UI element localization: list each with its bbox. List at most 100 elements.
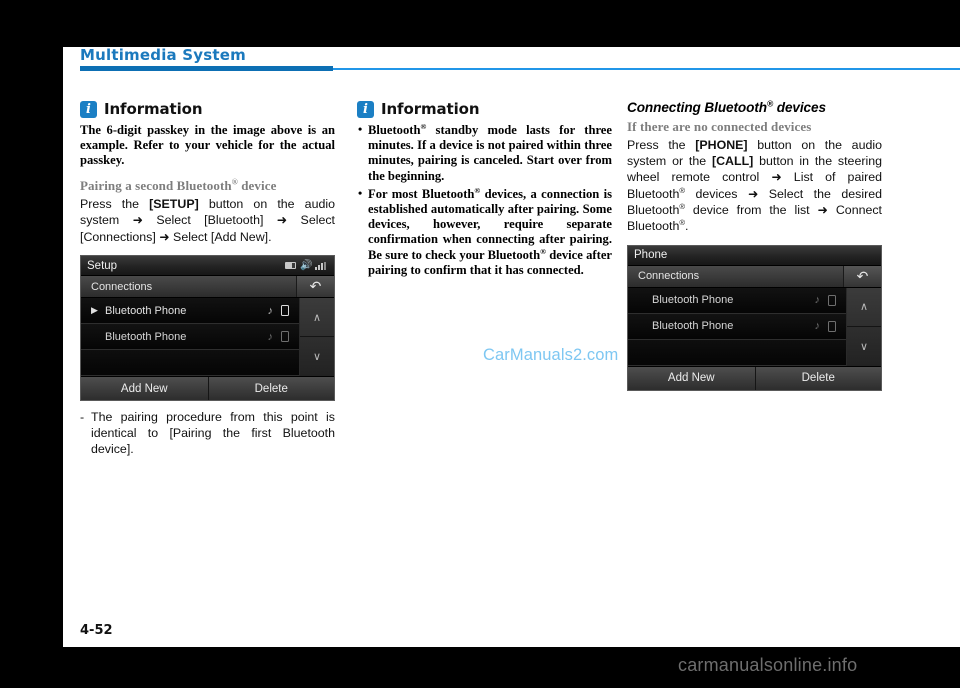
running-header: Multimedia System bbox=[80, 46, 960, 77]
arrow-icon: ➜ bbox=[817, 202, 828, 218]
list-item-icons: ♪ bbox=[268, 305, 294, 317]
phone-device-icon bbox=[828, 294, 836, 306]
step-text: Press the bbox=[80, 196, 150, 211]
setup-button-ref: [SETUP] bbox=[149, 196, 199, 211]
delete-button[interactable]: Delete bbox=[207, 377, 334, 401]
info-heading-label: Information bbox=[381, 100, 480, 118]
scroll-up-icon[interactable]: ∧ bbox=[847, 288, 881, 327]
scroll-down-icon[interactable]: ∨ bbox=[847, 327, 881, 366]
step-text: Press the bbox=[627, 138, 696, 152]
headunit-subbar: Connections ↶ bbox=[628, 265, 881, 288]
headunit-titlebar: Setup 🔊 bbox=[81, 256, 334, 277]
bullet-text: Bluetooth bbox=[368, 123, 421, 137]
arrow-icon: ➜ bbox=[747, 185, 759, 201]
sd-card-icon bbox=[285, 262, 296, 270]
headunit-body: Bluetooth Phone ♪ Bluetooth Phone ♪ ∧ ∨ bbox=[628, 287, 881, 366]
headunit-screenshot-phone: Phone Connections ↶ Bluetooth Phone ♪ Bl… bbox=[627, 244, 882, 391]
caret-right-icon: ▶ bbox=[91, 305, 98, 316]
bluetooth-audio-icon: ♪ bbox=[267, 330, 273, 343]
list-item: For most Bluetooth® devices, a connectio… bbox=[357, 186, 612, 278]
bluetooth-audio-icon: ♪ bbox=[267, 304, 273, 317]
step-text: devices bbox=[685, 186, 748, 201]
phone-device-icon bbox=[281, 331, 289, 343]
headunit-footer: Add New Delete bbox=[81, 376, 334, 401]
list-scrollbar[interactable]: ∧ ∨ bbox=[300, 298, 334, 377]
add-new-button[interactable]: Add New bbox=[628, 366, 755, 390]
headunit-screenshot-setup: Setup 🔊 Connections ↶ ▶ Bluetooth Phone … bbox=[80, 255, 335, 402]
step-text: device from the list bbox=[685, 203, 818, 218]
page-number: 4-52 bbox=[80, 623, 113, 638]
list-item-icons: ♪ bbox=[815, 294, 841, 306]
list-scrollbar[interactable]: ∧ ∨ bbox=[847, 287, 881, 366]
list-item-label: Bluetooth Phone bbox=[652, 320, 734, 333]
column-two: i Information Bluetooth® standby mode la… bbox=[357, 100, 612, 281]
headunit-body: ▶ Bluetooth Phone ♪ Bluetooth Phone ♪ ∧ … bbox=[81, 298, 334, 377]
arrow-icon: ➜ bbox=[159, 228, 170, 244]
subheading-suffix: device bbox=[237, 177, 277, 193]
info-icon: i bbox=[357, 100, 374, 118]
arrow-icon: ➜ bbox=[132, 212, 143, 228]
pairing-steps-col1: Press the [SETUP] button on the audio sy… bbox=[80, 197, 335, 246]
call-button-ref: [CALL] bbox=[711, 153, 754, 168]
bluetooth-audio-icon: ♪ bbox=[814, 294, 820, 307]
arrow-icon: ➜ bbox=[771, 169, 782, 185]
info-heading-col2: i Information bbox=[357, 100, 612, 118]
headunit-subtitle: Connections bbox=[91, 280, 153, 293]
list-item-icons: ♪ bbox=[268, 331, 294, 343]
list-item-empty bbox=[81, 350, 299, 377]
manual-page-sheet: Multimedia System i Information The 6-di… bbox=[63, 46, 960, 647]
device-list: ▶ Bluetooth Phone ♪ Bluetooth Phone ♪ bbox=[81, 298, 300, 377]
subheading-no-connected-devices: If there are no connected devices bbox=[627, 119, 812, 134]
signal-icon bbox=[315, 261, 328, 270]
back-icon[interactable]: ↶ bbox=[843, 265, 881, 287]
watermark-carmanualsonline: carmanualsonline.info bbox=[678, 655, 858, 675]
info-icon: i bbox=[80, 100, 97, 118]
scroll-up-icon[interactable]: ∧ bbox=[300, 298, 334, 338]
bullet-text: For most Bluetooth bbox=[368, 186, 475, 201]
list-item: Bluetooth® standby mode lasts for three … bbox=[357, 122, 612, 184]
headunit-titlebar: Phone bbox=[628, 245, 881, 266]
info-paragraph-col1: The 6-digit passkey in the image above i… bbox=[80, 123, 335, 168]
list-item[interactable]: Bluetooth Phone ♪ bbox=[81, 324, 299, 351]
section-heading-connecting: Connecting Bluetooth® devices bbox=[627, 99, 882, 115]
headunit-status-icons: 🔊 bbox=[285, 259, 328, 271]
column-three: Connecting Bluetooth® devices If there a… bbox=[627, 99, 882, 391]
arrow-icon: ➜ bbox=[276, 212, 288, 228]
watermark-carmanuals2: CarManuals2.com bbox=[483, 346, 619, 364]
list-item[interactable]: Bluetooth Phone ♪ bbox=[628, 313, 846, 340]
device-list: Bluetooth Phone ♪ Bluetooth Phone ♪ bbox=[628, 287, 847, 366]
subheading-text: Pairing a second Bluetooth bbox=[80, 177, 232, 193]
list-item-empty bbox=[628, 339, 846, 366]
scroll-down-icon[interactable]: ∨ bbox=[300, 337, 334, 376]
step-text: . bbox=[685, 218, 689, 233]
page-title: Multimedia System bbox=[80, 46, 246, 64]
back-icon[interactable]: ↶ bbox=[296, 276, 334, 298]
headunit-title: Phone bbox=[634, 249, 668, 262]
column-one: i Information The 6-digit passkey in the… bbox=[80, 100, 335, 457]
headunit-subbar: Connections ↶ bbox=[81, 276, 334, 299]
delete-button[interactable]: Delete bbox=[754, 366, 881, 390]
header-rule-thick bbox=[80, 66, 333, 71]
list-item-label: Bluetooth Phone bbox=[105, 330, 187, 343]
list-item[interactable]: Bluetooth Phone ♪ bbox=[628, 287, 846, 314]
list-item-label: Bluetooth Phone bbox=[652, 294, 734, 307]
volume-icon: 🔊 bbox=[300, 259, 313, 271]
section-heading-suffix: devices bbox=[773, 100, 826, 115]
list-item-label: Bluetooth Phone bbox=[105, 304, 187, 317]
headunit-footer: Add New Delete bbox=[628, 365, 881, 390]
pairing-note-col1: The pairing procedure from this point is… bbox=[80, 410, 335, 457]
phone-device-icon bbox=[281, 305, 289, 317]
add-new-button[interactable]: Add New bbox=[81, 377, 208, 401]
step-text: Select [Add New]. bbox=[169, 229, 272, 244]
bluetooth-audio-icon: ♪ bbox=[814, 320, 820, 333]
list-item[interactable]: ▶ Bluetooth Phone ♪ bbox=[81, 298, 299, 325]
connecting-steps-col3: Press the [PHONE] button on the audio sy… bbox=[627, 138, 882, 235]
step-text: Select [Bluetooth] bbox=[143, 213, 277, 228]
info-heading-label: Information bbox=[104, 100, 203, 118]
headunit-subtitle: Connections bbox=[638, 270, 700, 283]
info-heading-col1: i Information bbox=[80, 100, 335, 118]
list-item-icons: ♪ bbox=[815, 320, 841, 332]
section-heading-text: Connecting Bluetooth bbox=[627, 100, 767, 115]
info-bullet-list: Bluetooth® standby mode lasts for three … bbox=[357, 122, 612, 278]
subheading-pairing-second: Pairing a second Bluetooth® device bbox=[80, 178, 335, 194]
